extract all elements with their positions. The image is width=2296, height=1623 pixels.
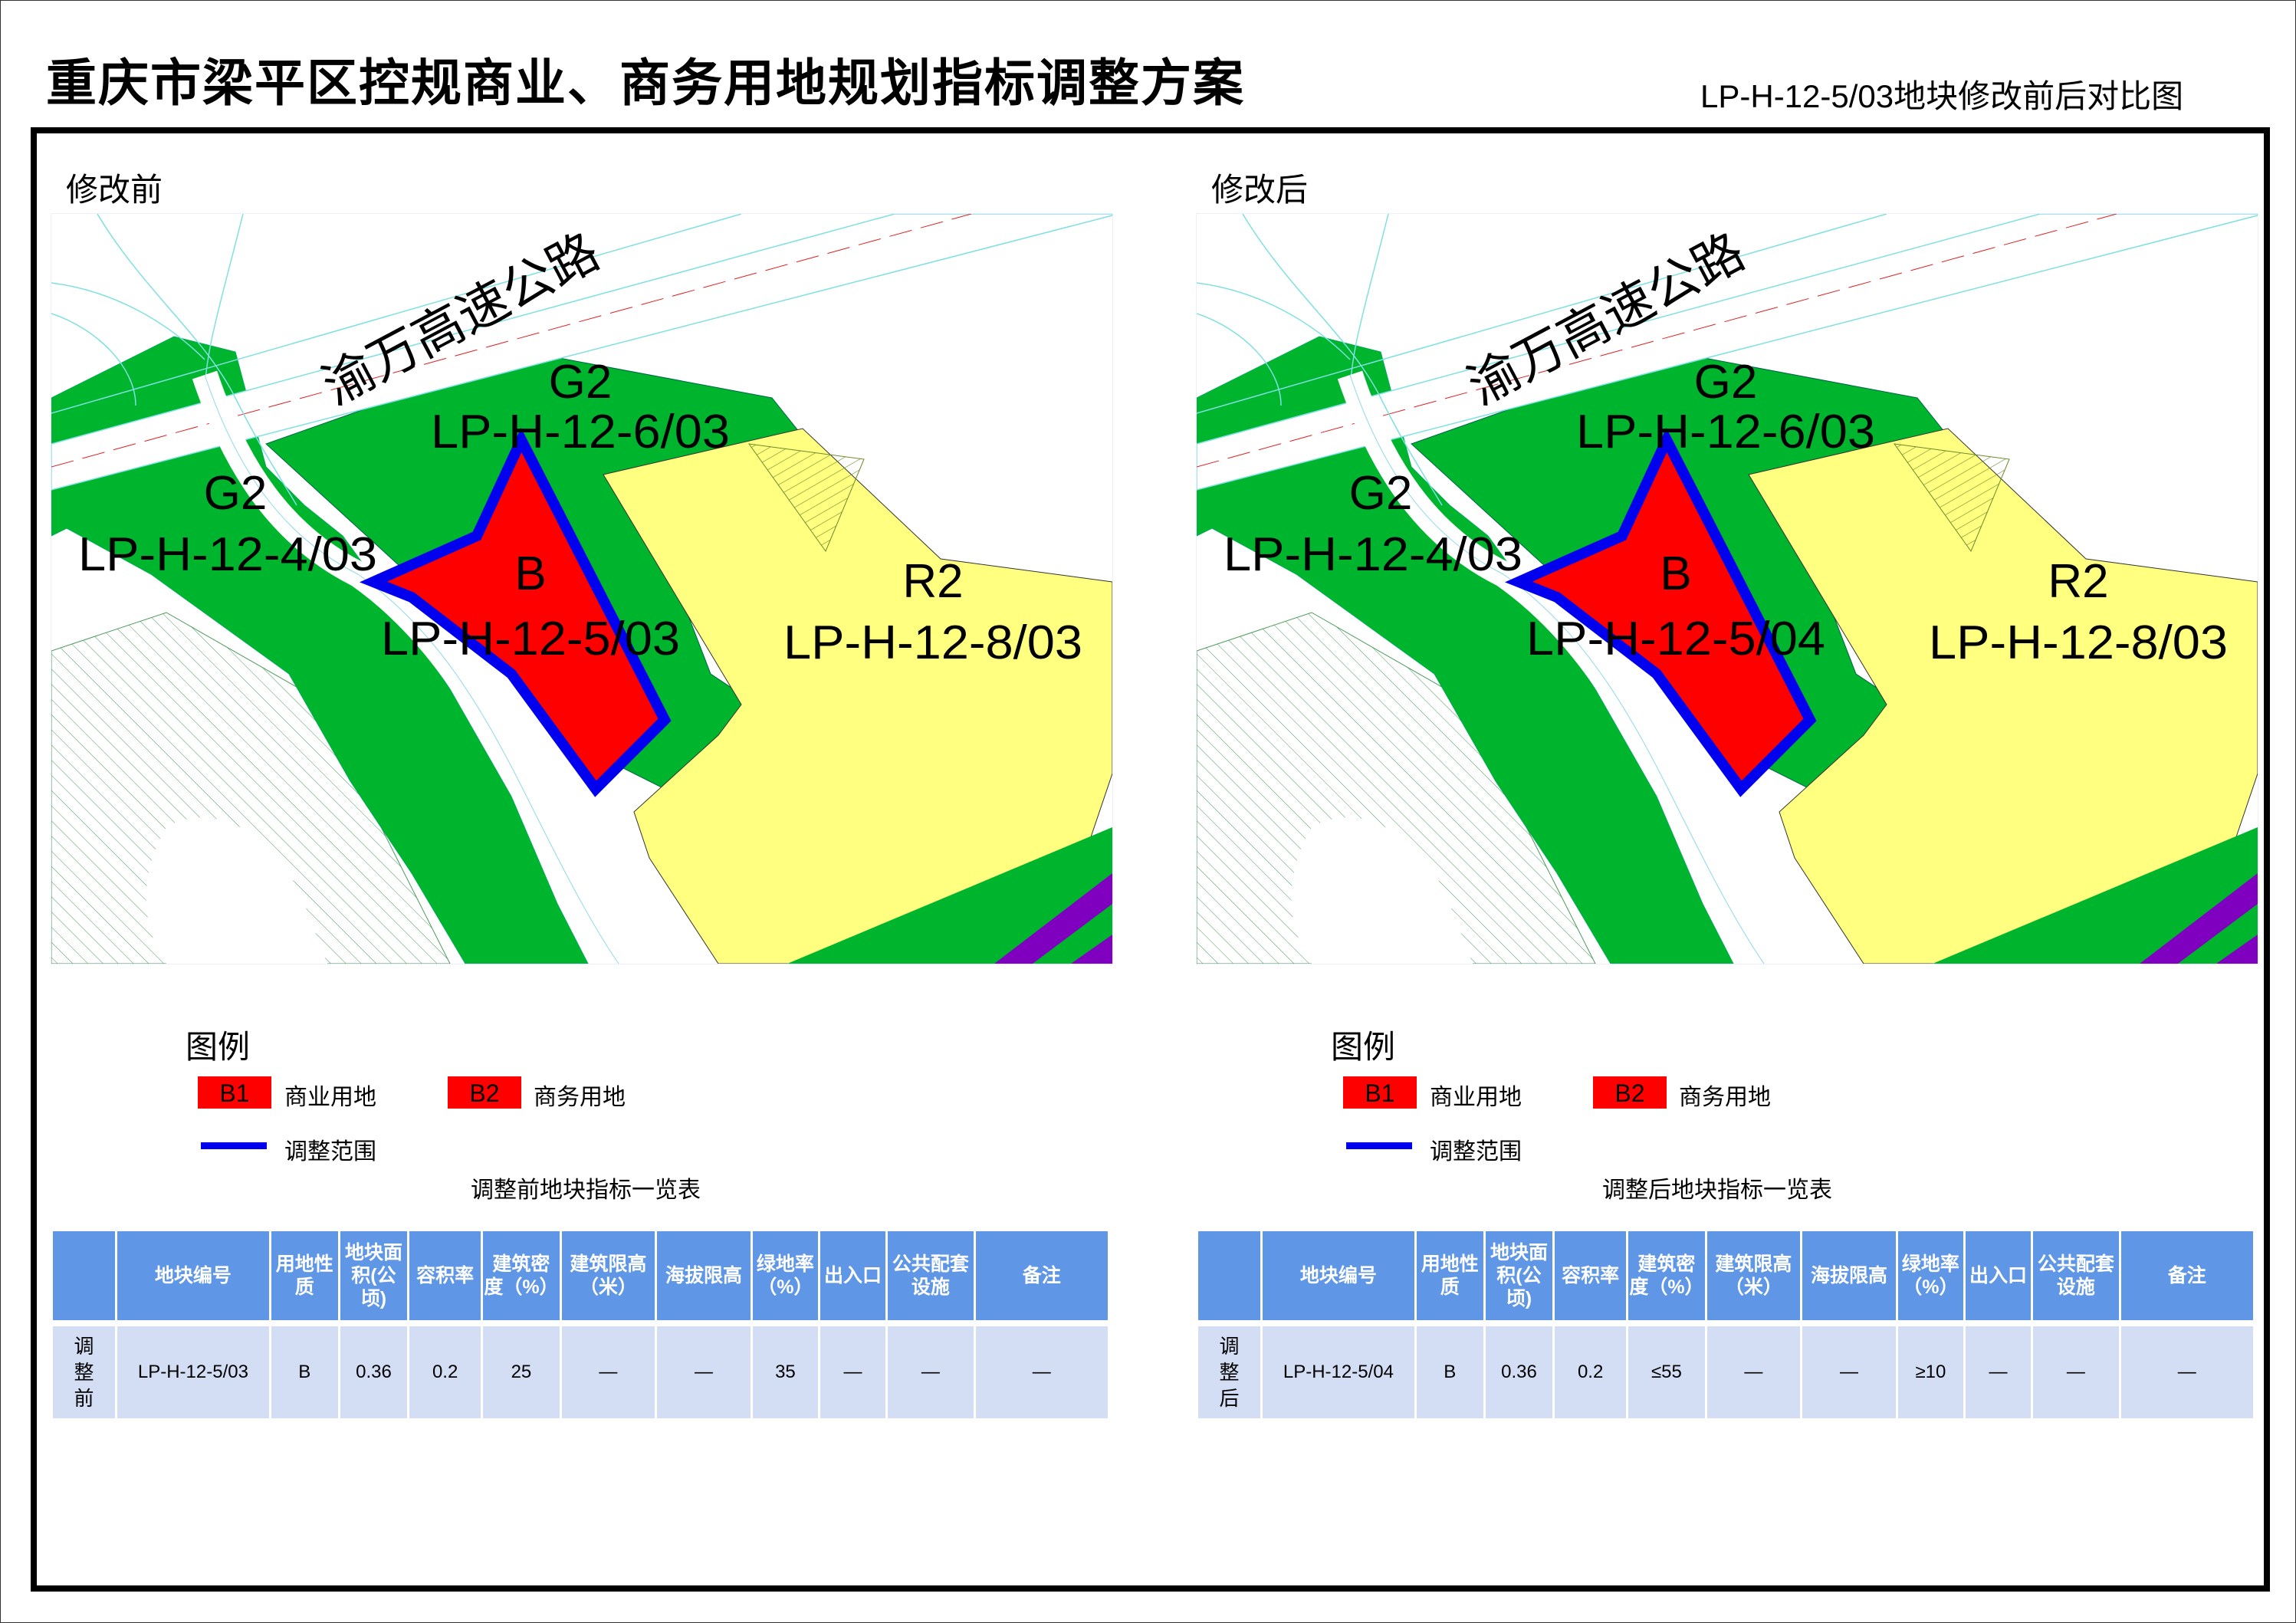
legend-title: 图例	[1331, 1028, 1396, 1066]
table-header-cell: 绿地率（%）	[752, 1231, 818, 1320]
map-canvas: 渝万高速公路 G2 LP-H-12-6/03 G2 LP-H-12-4/03 B…	[1197, 214, 2258, 964]
legend-label-business: 商务用地	[1679, 1084, 1771, 1111]
table-header-cell: 建筑限高（米）	[561, 1231, 655, 1320]
table-header-cell	[1198, 1231, 1261, 1320]
table-header-cell: 建筑密度（%）	[483, 1231, 560, 1320]
panel-before: 修改前 渝万高速公路 G2 LP-H-12-6/03 G2 LP-H-12-4/…	[51, 133, 1124, 1582]
table-header-cell: 地块编号	[1263, 1231, 1414, 1320]
legend-title: 图例	[186, 1028, 251, 1066]
legend-label-boundary: 调整范围	[284, 1138, 376, 1165]
parcel-code-r2: R2	[2048, 555, 2108, 608]
parcel-id-b: LP-H-12-5/03	[381, 613, 680, 665]
legend-boundary-line	[201, 1142, 267, 1149]
table-cell: —	[1965, 1326, 2032, 1418]
table-caption: 调整前地块指标一览表	[471, 1177, 701, 1204]
land-use-map[interactable]: 渝万高速公路 G2 LP-H-12-6/03 G2 LP-H-12-4/03 B…	[51, 213, 1113, 964]
legend-label-commercial: 商业用地	[1430, 1084, 1522, 1111]
table-header-cell: 备注	[975, 1231, 1108, 1320]
indicator-table: 地块编号 用地性质 地块面积(公顷) 容积率 建筑密度（%） 建筑限高（米） 海拔限高 绿地率…	[51, 1231, 1110, 1418]
parcel-id-g2-west: LP-H-12-4/03	[78, 528, 377, 581]
parcel-code-g2-west: G2	[1349, 467, 1413, 520]
page-subtitle: LP-H-12-5/03地块修改前后对比图	[1700, 78, 2184, 114]
table-cell: 0.36	[340, 1326, 408, 1418]
table-cell: ≤55	[1628, 1326, 1705, 1418]
row-stage-text: 调整后	[1219, 1335, 1240, 1410]
panel-label: 修改前	[66, 171, 163, 209]
parcel-id-r2: LP-H-12-8/03	[1929, 616, 2228, 669]
legend-label-commercial: 商业用地	[284, 1084, 376, 1111]
parcel-code-b: B	[1660, 547, 1691, 600]
parcel-code-g2-west: G2	[204, 467, 268, 520]
table-header-cell: 出入口	[1965, 1231, 2032, 1320]
map-canvas: 渝万高速公路 G2 LP-H-12-6/03 G2 LP-H-12-4/03 B…	[51, 214, 1112, 964]
row-stage-text: 调整前	[74, 1335, 94, 1410]
table-cell: —	[975, 1326, 1108, 1418]
parcel-id-b: LP-H-12-5/04	[1526, 613, 1825, 665]
table-cell: —	[888, 1326, 974, 1418]
table-header-row: 地块编号 用地性质 地块面积(公顷) 容积率 建筑密度（%） 建筑限高（米） 海拔限高 绿地率…	[1198, 1231, 2253, 1320]
table-header-cell: 用地性质	[1416, 1231, 1483, 1320]
table-cell: 0.2	[409, 1326, 481, 1418]
parcel-id-r2: LP-H-12-8/03	[783, 616, 1082, 669]
parcel-code-r2: R2	[902, 555, 963, 608]
table-cell: 35	[752, 1326, 818, 1418]
table-header-cell: 绿地率（%）	[1897, 1231, 1963, 1320]
table-header-cell: 容积率	[409, 1231, 481, 1320]
parcel-code-g2-north: G2	[549, 356, 613, 409]
legend-swatch-b1: B1	[1343, 1076, 1417, 1109]
table-cell: LP-H-12-5/03	[117, 1326, 269, 1418]
parcel-id-g2-north: LP-H-12-6/03	[1576, 406, 1875, 458]
table-header-cell: 用地性质	[271, 1231, 338, 1320]
land-use-map[interactable]: 渝万高速公路 G2 LP-H-12-6/03 G2 LP-H-12-4/03 B…	[1196, 213, 2258, 964]
legend-swatch-b2: B2	[448, 1076, 521, 1109]
table-cell: —	[657, 1326, 751, 1418]
panel-after: 修改后 渝万高速公路 G2 LP-H-12-6/03 G2 LP-H-12-4/…	[1196, 133, 2269, 1582]
table-header-cell: 出入口	[820, 1231, 886, 1320]
parcel-id-g2-north: LP-H-12-6/03	[431, 406, 730, 458]
table-header-row: 地块编号 用地性质 地块面积(公顷) 容积率 建筑密度（%） 建筑限高（米） 海拔限高 绿地率…	[53, 1231, 1108, 1320]
table-cell: 25	[483, 1326, 560, 1418]
table-cell: —	[2120, 1326, 2253, 1418]
table-header-cell: 建筑限高（米）	[1706, 1231, 1801, 1320]
row-stage-label: 调整前	[53, 1326, 116, 1418]
table-cell: —	[561, 1326, 655, 1418]
drawing-frame: 修改前 渝万高速公路 G2 LP-H-12-6/03 G2 LP-H-12-4/…	[31, 127, 2270, 1592]
table-header-cell: 公共配套设施	[888, 1231, 974, 1320]
table-cell: B	[271, 1326, 338, 1418]
legend-swatch-b1: B1	[198, 1076, 271, 1109]
page-title: 重庆市梁平区控规商业、商务用地规划指标调整方案	[46, 54, 1245, 113]
legend-label-boundary: 调整范围	[1430, 1138, 1522, 1165]
legend-label-business: 商务用地	[534, 1084, 626, 1111]
table-header-cell: 容积率	[1555, 1231, 1627, 1320]
legend-boundary-line	[1346, 1142, 1412, 1149]
legend-swatch-b2: B2	[1593, 1076, 1667, 1109]
table-header-cell: 地块面积(公顷)	[340, 1231, 408, 1320]
table-caption: 调整后地块指标一览表	[1602, 1177, 1832, 1204]
table-cell: LP-H-12-5/04	[1263, 1326, 1414, 1418]
table-header-cell	[53, 1231, 116, 1320]
table-header-cell: 海拔限高	[657, 1231, 751, 1320]
parcel-code-b: B	[514, 547, 546, 600]
table-cell: ≥10	[1897, 1326, 1963, 1418]
panel-label: 修改后	[1211, 171, 1309, 209]
table-cell: —	[1802, 1326, 1896, 1418]
table-header-cell: 公共配套设施	[2033, 1231, 2119, 1320]
table-row: 调整前 LP-H-12-5/03 B 0.36 0.2 25— —35— — —	[53, 1326, 1108, 1418]
row-stage-label: 调整后	[1198, 1326, 1261, 1418]
table-header-cell: 地块面积(公顷)	[1485, 1231, 1553, 1320]
table-header-cell: 建筑密度（%）	[1628, 1231, 1705, 1320]
table-cell: 0.2	[1555, 1326, 1627, 1418]
table-cell: 0.36	[1485, 1326, 1553, 1418]
parcel-code-g2-north: G2	[1694, 356, 1758, 409]
table-cell: B	[1416, 1326, 1483, 1418]
table-header-cell: 备注	[2120, 1231, 2253, 1320]
table-header-cell: 海拔限高	[1802, 1231, 1896, 1320]
indicator-table: 地块编号 用地性质 地块面积(公顷) 容积率 建筑密度（%） 建筑限高（米） 海拔限高 绿地率…	[1196, 1231, 2255, 1418]
table-cell: —	[820, 1326, 886, 1418]
parcel-id-g2-west: LP-H-12-4/03	[1224, 528, 1522, 581]
table-cell: —	[1706, 1326, 1801, 1418]
table-row: 调整后 LP-H-12-5/04 B 0.36 0.2 ≤55— — ≥10— — —	[1198, 1326, 2253, 1418]
table-cell: —	[2033, 1326, 2119, 1418]
table-header-cell: 地块编号	[117, 1231, 269, 1320]
